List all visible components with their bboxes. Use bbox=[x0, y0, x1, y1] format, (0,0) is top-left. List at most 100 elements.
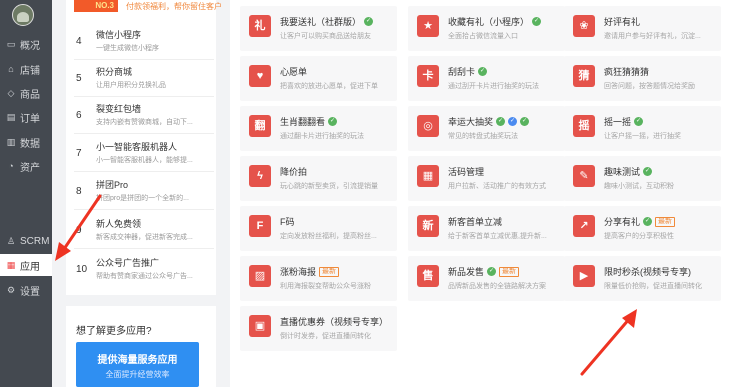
ranking-list: NO.3 付款领福利，帮你留住客户 4 微信小程序 一键生成微信小程序 5 积分… bbox=[66, 0, 222, 295]
more-apps-heading: 想了解更多应用? bbox=[76, 326, 152, 337]
sidebar-item-label: 设置 bbox=[20, 286, 40, 298]
app-logo-icon: F bbox=[249, 215, 271, 237]
app-desc: 新客成交神器，促进新客完成... bbox=[96, 234, 193, 241]
list-item[interactable]: 5 积分商城 让用户用积分兑换礼品 bbox=[74, 61, 214, 97]
app-card[interactable]: ♥ 心愿单 把喜欢的放进心愿单，促进下单 bbox=[240, 56, 397, 101]
rank-badge: NO.3 bbox=[74, 0, 118, 12]
sidebar-item-scrm[interactable]: ♙ SCRM bbox=[0, 230, 52, 252]
app-card-desc: 通过刮开卡片进行抽奖的玩法 bbox=[448, 83, 539, 90]
sidebar-item-data[interactable]: ▥ 数据 bbox=[0, 131, 52, 153]
app-card[interactable]: ▣ 直播优惠券（视频号专享） 倒计时发券，促进直播间转化 bbox=[240, 306, 397, 351]
list-item[interactable]: 7 小一智能客服机器人 小一智能客服机器人，能够提... bbox=[74, 136, 214, 172]
app-card[interactable]: 新新客首单立减 给于新客首单立减优惠,提升新... bbox=[408, 206, 565, 251]
rank-number: 8 bbox=[76, 186, 82, 197]
sidebar-item-store[interactable]: ⌂ 店铺 bbox=[0, 58, 52, 80]
app-logo-icon: ✎ bbox=[573, 165, 595, 187]
app-logo-icon: ❀ bbox=[573, 15, 595, 37]
app-card-desc: 品牌新品发售的全链路解决方案 bbox=[448, 283, 546, 290]
app-card[interactable]: ▦ 活码管理用户拉新、活动推广的有效方式 bbox=[408, 156, 565, 201]
app-card-title-text: 活码管理 bbox=[448, 167, 485, 177]
app-card-title-text: 收藏有礼（小程序） bbox=[448, 17, 530, 27]
verified-icon: ✓ bbox=[364, 17, 374, 26]
app-card[interactable]: 售新品发售 ✓ 最新 品牌新品发售的全链路解决方案 bbox=[408, 256, 565, 301]
monitor-icon: ▭ bbox=[6, 39, 16, 49]
app-card-desc: 趣味小测试，互动积粉 bbox=[604, 183, 674, 190]
app-logo-icon: 卡 bbox=[417, 65, 439, 87]
app-card[interactable]: ▶ 限时秒杀(视频号专享) 限量低价抢购，促进直播间转化 bbox=[564, 256, 721, 301]
app-card-title-text: 生肖翻翻看 bbox=[280, 117, 326, 127]
app-card-desc: 把喜欢的放进心愿单，促进下单 bbox=[280, 83, 378, 90]
app-card[interactable]: F F码 定向发放粉丝福利，提高粉丝... bbox=[240, 206, 397, 251]
app-card-title: 摇一摇 ✓ bbox=[604, 115, 644, 128]
app-title: 拼团Pro bbox=[96, 180, 129, 190]
sidebar-item-label: 店铺 bbox=[20, 65, 40, 77]
app-card-title: F码 bbox=[280, 215, 295, 228]
app-card-desc: 利用海报裂变帮助公众号涨粉 bbox=[280, 283, 371, 290]
app-card-title: 分享有礼 ✓ 最新 bbox=[604, 215, 676, 228]
app-card[interactable]: 卡刮刮卡 ✓ 通过刮开卡片进行抽奖的玩法 bbox=[408, 56, 565, 101]
verified-icon: ✓ bbox=[328, 117, 338, 126]
app-card-title-text: 降价拍 bbox=[280, 167, 308, 177]
app-card[interactable]: ✎ 趣味测试 ✓ 趣味小测试，互动积粉 bbox=[564, 156, 721, 201]
app-card-title-text: 幸运大抽奖 bbox=[448, 117, 494, 127]
app-card[interactable]: 翻生肖翻翻看 ✓ 通过翻卡片进行抽奖的玩法 bbox=[240, 106, 397, 151]
app-card-title: 刮刮卡 ✓ bbox=[448, 65, 488, 78]
app-card-title: 收藏有礼（小程序） ✓ bbox=[448, 15, 542, 28]
app-logo-icon: 摇 bbox=[573, 115, 595, 137]
sidebar-item-orders[interactable]: ▤ 订单 bbox=[0, 106, 52, 128]
verified-icon: ✓ bbox=[508, 117, 518, 126]
app-card-title-text: 疯狂猜猜猜 bbox=[604, 67, 650, 77]
list-item[interactable]: 10 公众号广告推广 帮助有赞商家通过公众号广告... bbox=[74, 252, 214, 288]
app-card-desc: 用户拉新、活动推广的有效方式 bbox=[448, 183, 546, 190]
app-card-title-text: 我要送礼（社群版） bbox=[280, 17, 362, 27]
app-card[interactable]: ❀ 好评有礼 邀请用户参与好评有礼，沉淀... bbox=[564, 6, 721, 51]
app-card-desc: 通过翻卡片进行抽奖的玩法 bbox=[280, 133, 364, 140]
rank-number: 7 bbox=[76, 148, 82, 159]
app-card[interactable]: 猜疯狂猜猜猜 回答问题，按答题情况给奖励 bbox=[564, 56, 721, 101]
service-button-label: 提供海量服务应用 bbox=[97, 355, 178, 366]
app-card-title-text: 心愿单 bbox=[280, 67, 308, 77]
avatar[interactable] bbox=[12, 4, 34, 26]
service-button-sublabel: 全面提升经营效率 bbox=[105, 370, 170, 379]
rank-number: 10 bbox=[76, 264, 88, 275]
verified-icon: ✓ bbox=[478, 67, 488, 76]
app-card[interactable]: ★ 收藏有礼（小程序） ✓ 全面拾占微信流量入口 bbox=[408, 6, 565, 51]
verified-icon: ✓ bbox=[496, 117, 506, 126]
app-desc: 支持内嵌有赞微商城，自动下... bbox=[96, 119, 193, 126]
service-apps-button[interactable]: 提供海量服务应用 全面提升经营效率 bbox=[76, 342, 199, 387]
list-item[interactable]: 6 裂变红包墙 支持内嵌有赞微商城，自动下... bbox=[74, 98, 214, 134]
list-item[interactable]: 4 微信小程序 一键生成微信小程序 bbox=[74, 24, 214, 60]
sidebar-item-label: 概况 bbox=[20, 40, 40, 52]
sidebar-item-apps[interactable]: ▦ 应用 bbox=[0, 254, 52, 276]
sidebar-item-label: 数据 bbox=[20, 138, 40, 150]
app-logo-icon: ◎ bbox=[417, 115, 439, 137]
sidebar-item-goods[interactable]: ◇ 商品 bbox=[0, 82, 52, 104]
sidebar-item-settings[interactable]: ⚙ 设置 bbox=[0, 279, 52, 301]
promo-row[interactable]: NO.3 付款领福利，帮你留住客户 bbox=[74, 0, 222, 14]
app-card[interactable]: ◎ 幸运大抽奖 ✓ ✓ ✓ 常见的转盘式抽奖玩法 bbox=[408, 106, 565, 151]
app-card[interactable]: 礼我要送礼（社群版） ✓ 让客户可以购买商品送给朋友 bbox=[240, 6, 397, 51]
app-card[interactable]: 摇摇一摇 ✓ 让客户摇一摇，进行抽奖 bbox=[564, 106, 721, 151]
list-item[interactable]: 8 拼团Pro 拼团pro是拼团的一个全新的... bbox=[74, 174, 214, 210]
app-card-title: 心愿单 bbox=[280, 65, 307, 78]
sidebar-item-overview[interactable]: ▭ 概况 bbox=[0, 33, 52, 55]
app-logo-icon: ▦ bbox=[417, 165, 439, 187]
app-card-title-text: 直播优惠券（视频号专享） bbox=[280, 317, 389, 327]
app-card-desc: 给于新客首单立减优惠,提升新... bbox=[448, 233, 547, 240]
user-icon: ♙ bbox=[6, 236, 16, 246]
app-desc: 让用户用积分兑换礼品 bbox=[96, 82, 166, 89]
list-item[interactable]: 9 新人免费领 新客成交神器，促进新客完成... bbox=[74, 213, 214, 249]
app-card[interactable]: ▨ 涨粉海报 最新 利用海报裂变帮助公众号涨粉 bbox=[240, 256, 397, 301]
sidebar-item-assets[interactable]: ◔ 资产 bbox=[0, 155, 52, 177]
verified-icon: ✓ bbox=[487, 267, 497, 276]
app-card-desc: 全面拾占微信流量入口 bbox=[448, 33, 518, 40]
app-card[interactable]: ↗ 分享有礼 ✓ 最新 提高客户的分享积极性 bbox=[564, 206, 721, 251]
app-card-title: 涨粉海报 最新 bbox=[280, 265, 340, 278]
app-card-title-text: 新品发售 bbox=[448, 267, 485, 277]
app-card-desc: 常见的转盘式抽奖玩法 bbox=[448, 133, 518, 140]
app-card-desc: 让客户可以购买商品送给朋友 bbox=[280, 33, 371, 40]
app-card-desc: 玩心跳的新型卖货，引流提销量 bbox=[280, 183, 378, 190]
app-card-desc: 倒计时发券，促进直播间转化 bbox=[280, 333, 371, 340]
app-desc: 一键生成微信小程序 bbox=[96, 45, 159, 52]
app-card[interactable]: ϟ 降价拍 玩心跳的新型卖货，引流提销量 bbox=[240, 156, 397, 201]
